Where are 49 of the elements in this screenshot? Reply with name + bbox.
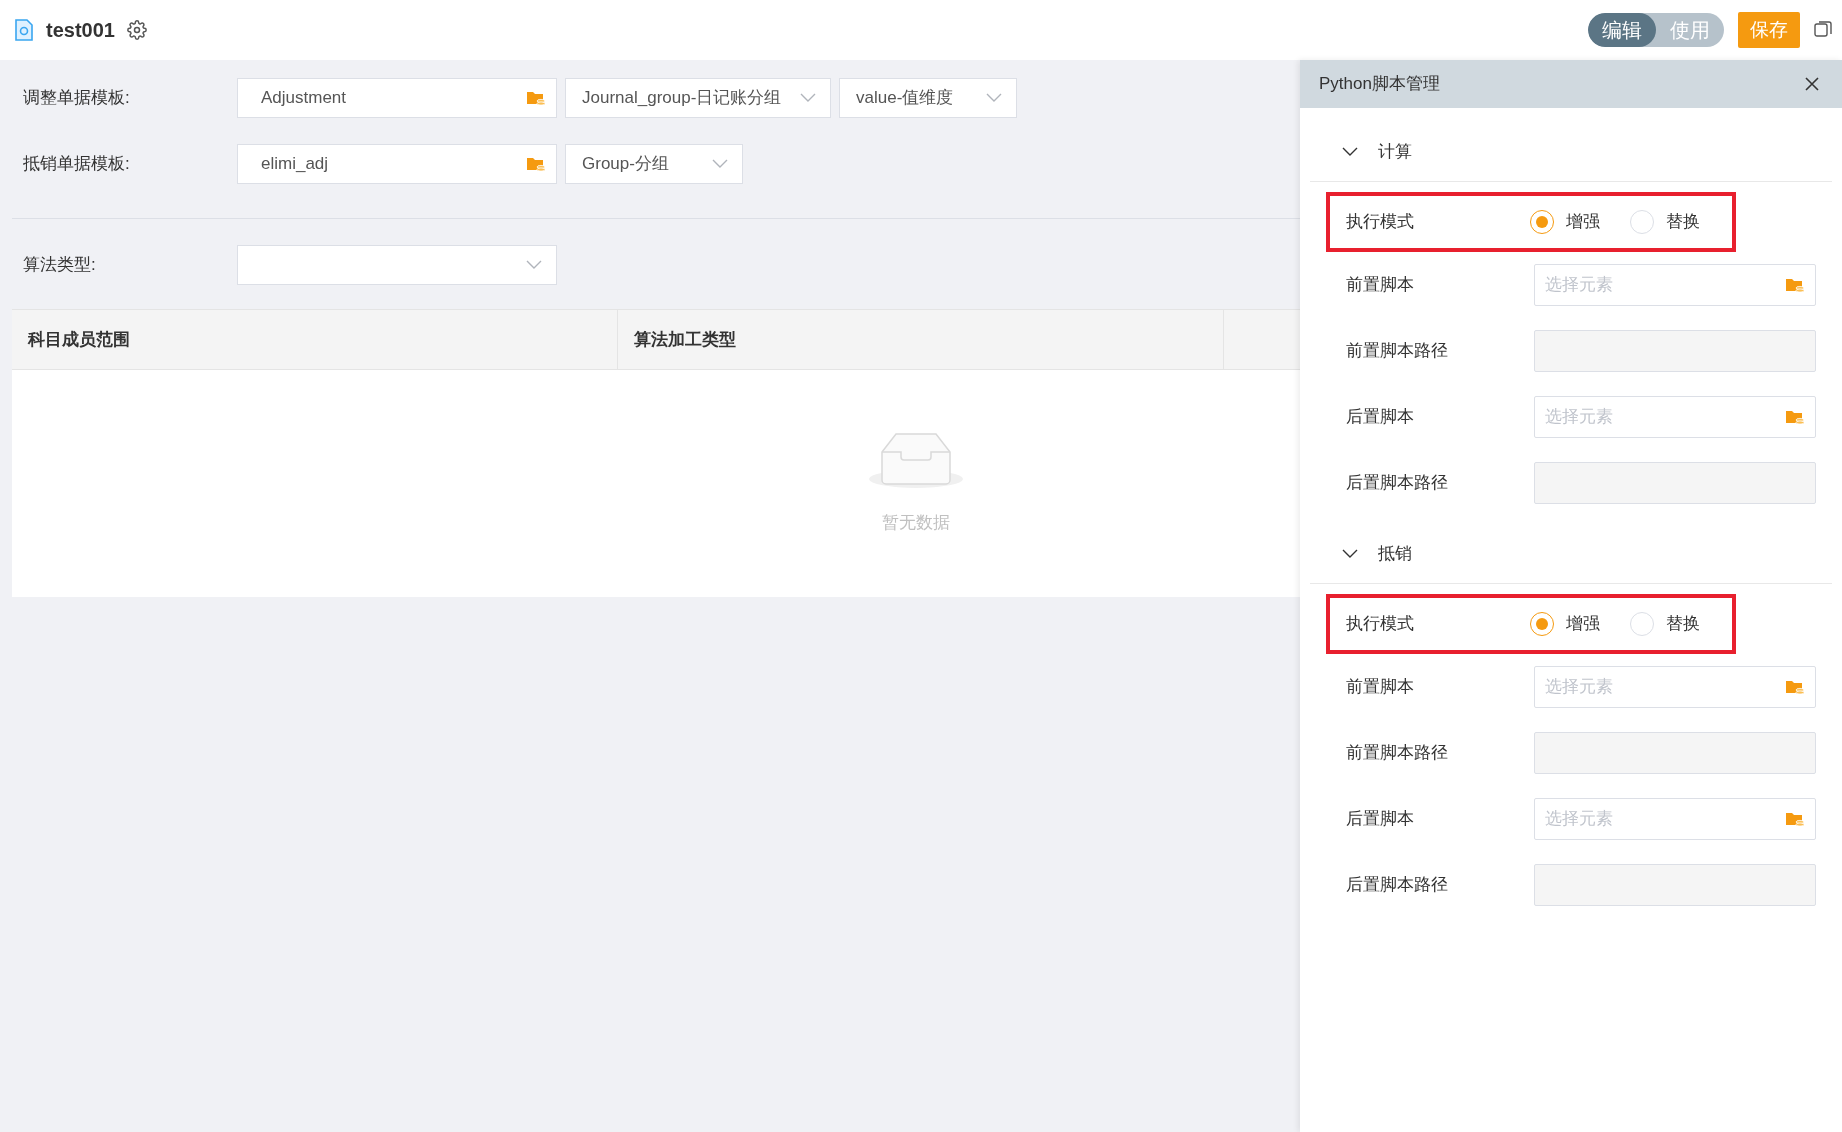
radio-label[interactable]: 替换 [1666, 209, 1700, 235]
section-title[interactable]: 计算 [1378, 138, 1412, 165]
copy-window-icon[interactable] [1814, 21, 1832, 39]
field-label: 执行模式 [1345, 211, 1415, 234]
chevron-down-icon [712, 159, 728, 169]
field-label: 前置脚本路径 [1345, 742, 1449, 765]
column-header: 算法加工类型 [618, 310, 1224, 369]
picker-field[interactable]: Adjustment [237, 78, 557, 118]
folder-icon[interactable] [526, 89, 546, 107]
empty-state-text: 暂无数据 [882, 511, 950, 534]
field-label: 前置脚本 [1345, 676, 1415, 699]
field-label: 后置脚本路径 [1345, 472, 1449, 495]
column-header: 科目成员范围 [12, 310, 618, 369]
section-title[interactable]: 抵销 [1378, 540, 1412, 567]
folder-icon[interactable] [1785, 810, 1805, 828]
field-label: 调整单据模板: [22, 87, 131, 110]
field-label: 前置脚本 [1345, 274, 1415, 297]
panel-title: Python脚本管理 [1319, 73, 1440, 96]
chevron-down-icon [986, 93, 1002, 103]
chevron-down-icon [1342, 146, 1358, 157]
select-field[interactable]: Journal_group-日记账分组 [565, 78, 831, 118]
settings-icon[interactable] [126, 20, 147, 40]
field-label: 抵销单据模板: [22, 153, 131, 176]
select-field[interactable]: Group-分组 [565, 144, 743, 184]
chevron-down-icon [526, 260, 542, 270]
picker-field[interactable]: elimi_adj [237, 144, 557, 184]
close-icon[interactable] [1804, 76, 1820, 92]
folder-icon[interactable] [526, 155, 546, 173]
field-label: 后置脚本 [1345, 808, 1415, 831]
field-label: 前置脚本路径 [1345, 340, 1449, 363]
radio-label[interactable]: 替换 [1666, 611, 1700, 637]
field-label: 算法类型: [22, 254, 97, 277]
radio-button[interactable] [1530, 612, 1554, 636]
field-label: 执行模式 [1345, 613, 1415, 636]
chevron-down-icon [1342, 548, 1358, 559]
folder-icon[interactable] [1785, 408, 1805, 426]
radio-label[interactable]: 增强 [1566, 209, 1600, 235]
document-icon [14, 19, 34, 41]
folder-icon[interactable] [1785, 678, 1805, 696]
mode-toggle-option[interactable]: 编辑 [1588, 13, 1656, 47]
select-field[interactable] [237, 245, 557, 285]
radio-label[interactable]: 增强 [1566, 611, 1600, 637]
radio-button[interactable] [1530, 210, 1554, 234]
page-title: test001 [46, 18, 115, 43]
field-label: 后置脚本路径 [1345, 874, 1449, 897]
chevron-down-icon [800, 93, 816, 103]
folder-icon[interactable] [1785, 276, 1805, 294]
field-label: 后置脚本 [1345, 406, 1415, 429]
select-field[interactable]: value-值维度 [839, 78, 1017, 118]
